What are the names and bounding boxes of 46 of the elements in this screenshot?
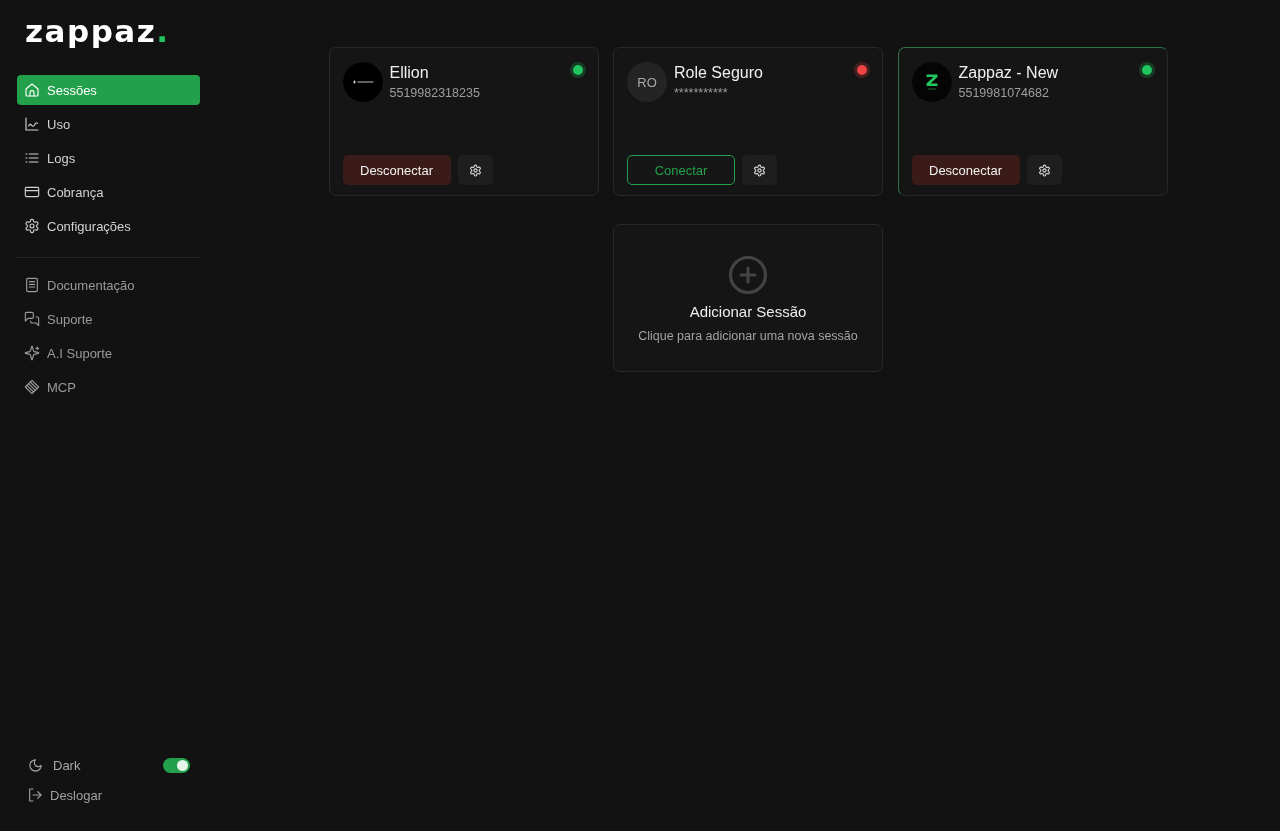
dark-mode-toggle[interactable] (163, 757, 190, 773)
session-phone: 5519981074682 (958, 85, 1050, 101)
session-name: Zappaz - New (958, 63, 1059, 83)
nav-item[interactable]: Logs (17, 143, 200, 173)
add-session-title: Adicionar Sessão (689, 302, 807, 322)
settings-button[interactable] (457, 155, 493, 185)
plus-circle-icon (727, 254, 769, 296)
add-session-subtitle: Clique para adicionar uma nova sessão (638, 328, 858, 344)
list-icon (24, 150, 40, 166)
chat-icon (24, 311, 40, 327)
nav-item[interactable]: Cobrança (17, 177, 200, 207)
nav-item[interactable]: A.I Suporte (17, 338, 200, 368)
nav-item[interactable]: Uso (17, 109, 200, 139)
session-phone: *********** (674, 85, 729, 101)
striped-diamond-icon (24, 379, 40, 395)
nav-item[interactable]: Documentação (17, 270, 200, 300)
credit-card-icon (24, 184, 40, 200)
theme-label: Dark (53, 757, 81, 773)
session-name: Ellion (389, 63, 430, 83)
logo-wordmark: zappaz (25, 13, 157, 49)
moon-icon (28, 757, 43, 773)
settings-icon (468, 163, 482, 177)
settings-icon (1037, 163, 1051, 177)
settings-icon (24, 218, 40, 234)
connection-button[interactable]: Conectar (627, 155, 735, 185)
logo-avatar (911, 62, 952, 102)
nav-item[interactable]: MCP (17, 372, 200, 402)
logo-dot: . (156, 13, 170, 49)
connection-button[interactable]: Desconectar (911, 155, 1020, 185)
line-chart-icon (24, 116, 40, 132)
avatar-initials: RO (627, 62, 667, 102)
settings-icon (753, 163, 766, 177)
sparkles-icon (24, 345, 40, 361)
session-name: Role Seguro (674, 63, 763, 83)
logout-button[interactable]: Deslogar (17, 780, 103, 810)
nav-item[interactable]: Configurações (17, 211, 200, 241)
add-session-card[interactable]: Adicionar Sessão Clique para adicionar uma nova sessão (613, 224, 883, 372)
connection-button[interactable]: Desconectar (342, 155, 451, 185)
nav-item[interactable]: Suporte (17, 304, 200, 334)
document-icon (24, 277, 40, 293)
logo-avatar (342, 62, 383, 102)
home-icon (24, 82, 40, 98)
settings-button[interactable] (742, 155, 777, 185)
session-phone: 5519982318235 (389, 85, 480, 101)
settings-button[interactable] (1026, 155, 1062, 185)
logout-icon (27, 787, 43, 803)
